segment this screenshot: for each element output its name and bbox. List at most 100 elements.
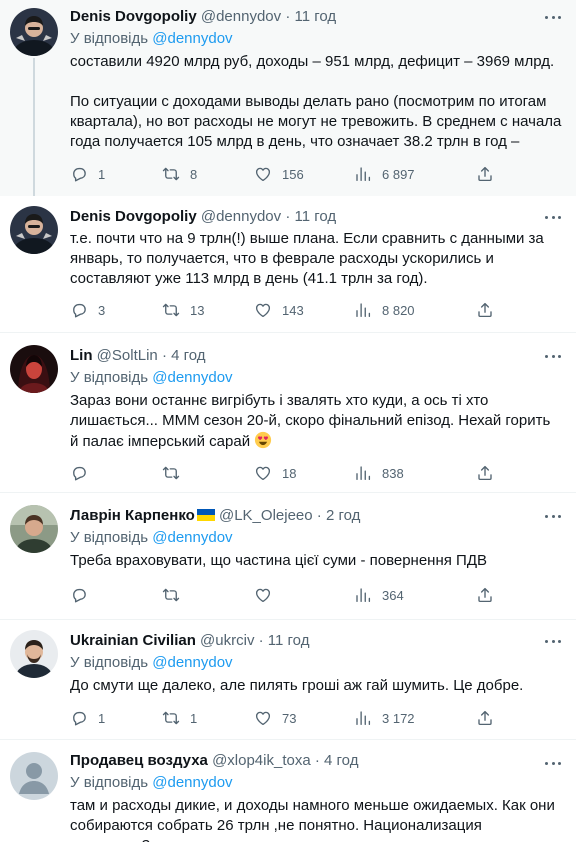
retweet-button[interactable]: [162, 463, 190, 483]
timestamp[interactable]: 4 год: [324, 752, 358, 769]
view-count: 838: [382, 465, 404, 481]
avatar[interactable]: [10, 206, 58, 254]
heart-icon: [254, 301, 272, 319]
views-button[interactable]: 8 820: [354, 300, 415, 320]
share-button[interactable]: [476, 300, 494, 320]
author-handle[interactable]: @xlop4ik_toxa: [212, 752, 311, 769]
reply-to: У відповідь @dennydov: [70, 653, 562, 673]
retweet-count: 13: [190, 302, 205, 318]
reply-button[interactable]: 3: [70, 300, 105, 320]
retweet-count: 1: [190, 710, 198, 726]
author-name[interactable]: Ukrainian Civilian: [70, 632, 196, 649]
reply-to: У відповідь @dennydov: [70, 29, 562, 49]
reply-icon: [70, 464, 88, 482]
reply-to: У відповідь @dennydov: [70, 528, 562, 548]
share-button[interactable]: [476, 585, 494, 605]
author-name[interactable]: Продавец воздуха: [70, 752, 208, 769]
view-count: 3 172: [382, 710, 415, 726]
retweet-icon: [162, 586, 180, 604]
like-button[interactable]: 18: [254, 463, 296, 483]
tweet[interactable]: Denis Dovgopoliy @dennydov · 11 год т.е.…: [0, 196, 576, 333]
tweet-actions: 364: [70, 585, 510, 605]
author-name[interactable]: Lin: [70, 347, 93, 364]
timestamp[interactable]: 2 год: [326, 507, 360, 524]
views-button[interactable]: 3 172: [354, 708, 415, 728]
views-button[interactable]: 6 897: [354, 164, 415, 184]
share-icon: [476, 464, 494, 482]
tweet[interactable]: Продавец воздуха @xlop4ik_toxa · 4 год У…: [0, 740, 576, 842]
reply-prefix: У відповідь: [70, 654, 149, 671]
share-button[interactable]: [476, 463, 494, 483]
reply-button[interactable]: [70, 585, 98, 605]
mention-link[interactable]: @dennydov: [152, 774, 232, 791]
avatar[interactable]: [10, 505, 58, 553]
retweet-icon: [162, 709, 180, 727]
tweet[interactable]: Lin @SoltLin · 4 год У відповідь @dennyd…: [0, 333, 576, 493]
author-handle[interactable]: @LK_Olejeeo: [219, 507, 313, 524]
tweet[interactable]: Ukrainian Civilian @ukrciv · 11 год У ві…: [0, 620, 576, 740]
avatar[interactable]: [10, 630, 58, 678]
author-handle[interactable]: @dennydov: [201, 8, 281, 25]
author-handle[interactable]: @ukrciv: [200, 632, 254, 649]
views-button[interactable]: 364: [354, 585, 404, 605]
view-count: 6 897: [382, 166, 415, 182]
mention-link[interactable]: @dennydov: [152, 30, 232, 47]
tweet-text: т.е. почти что на 9 трлн(!) выше плана. …: [70, 230, 544, 287]
like-button[interactable]: 73: [254, 708, 296, 728]
author-name[interactable]: Denis Dovgopoliy: [70, 8, 197, 25]
author-handle[interactable]: @SoltLin: [97, 347, 158, 364]
reply-icon: [70, 301, 88, 319]
author-name[interactable]: Denis Dovgopoliy: [70, 208, 197, 225]
like-button[interactable]: 143: [254, 300, 304, 320]
share-button[interactable]: [476, 164, 494, 184]
share-icon: [476, 301, 494, 319]
reply-to: У відповідь @dennydov: [70, 773, 562, 793]
like-count: 156: [282, 166, 304, 182]
tweet[interactable]: Denis Dovgopoliy @dennydov · 11 год У ві…: [0, 0, 576, 196]
like-count: 73: [282, 710, 297, 726]
like-button[interactable]: [254, 585, 282, 605]
ukraine-flag-icon: [196, 509, 215, 521]
retweet-icon: [162, 464, 180, 482]
tweet-text: Треба враховувати, що частина цієї суми …: [70, 552, 487, 569]
author-name[interactable]: Лаврін Карпенко: [70, 507, 195, 524]
reply-button[interactable]: [70, 463, 98, 483]
tweet-text: там и расходы дикие, и доходы намного ме…: [70, 797, 555, 842]
heart-icon: [254, 464, 272, 482]
views-button[interactable]: 838: [354, 463, 404, 483]
views-icon: [354, 165, 372, 183]
mention-link[interactable]: @dennydov: [152, 369, 232, 386]
mention-link[interactable]: @dennydov: [152, 529, 232, 546]
heart-eyes-emoji-icon: [255, 431, 272, 449]
heart-icon: [254, 586, 272, 604]
reply-icon: [70, 165, 88, 183]
reply-prefix: У відповідь: [70, 30, 149, 47]
views-icon: [354, 464, 372, 482]
reply-count: 1: [98, 710, 106, 726]
share-button[interactable]: [476, 708, 494, 728]
retweet-icon: [162, 301, 180, 319]
timestamp[interactable]: 11 год: [294, 8, 336, 25]
like-button[interactable]: 156: [254, 164, 304, 184]
timestamp[interactable]: 4 год: [171, 347, 205, 364]
timestamp[interactable]: 11 год: [268, 632, 310, 649]
views-icon: [354, 709, 372, 727]
tweet[interactable]: Лаврін Карпенко @LK_Olejeeo · 2 год У ві…: [0, 493, 576, 620]
retweet-button[interactable]: 8: [162, 164, 197, 184]
reply-button[interactable]: 1: [70, 164, 105, 184]
reply-button[interactable]: 1: [70, 708, 105, 728]
author-handle[interactable]: @dennydov: [201, 208, 281, 225]
view-count: 8 820: [382, 302, 415, 318]
like-count: 18: [282, 465, 297, 481]
heart-icon: [254, 709, 272, 727]
retweet-button[interactable]: [162, 585, 190, 605]
avatar[interactable]: [10, 345, 58, 393]
tweet-actions: 1 8 156 6 897: [70, 164, 510, 184]
timestamp[interactable]: 11 год: [294, 208, 336, 225]
default-avatar-icon[interactable]: [10, 752, 58, 800]
retweet-button[interactable]: 1: [162, 708, 197, 728]
retweet-button[interactable]: 13: [162, 300, 204, 320]
view-count: 364: [382, 587, 404, 603]
mention-link[interactable]: @dennydov: [152, 654, 232, 671]
avatar[interactable]: [10, 8, 58, 56]
